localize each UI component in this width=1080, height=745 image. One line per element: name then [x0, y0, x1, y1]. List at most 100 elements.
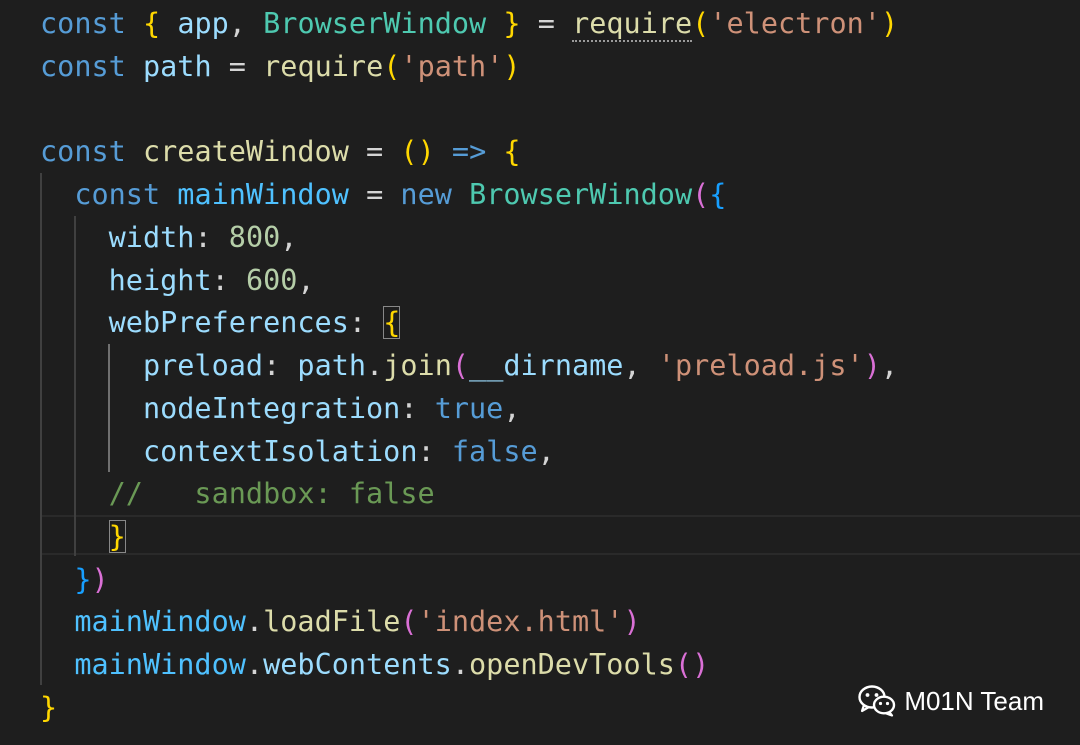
token: false: [451, 435, 538, 468]
token: loadFile: [263, 605, 401, 638]
code-line-9: preload: path.join(__dirname, 'preload.j…: [40, 344, 898, 387]
token: ,: [880, 349, 899, 382]
token: ): [503, 50, 521, 83]
token: const: [40, 7, 126, 40]
code-line-10: nodeIntegration: true,: [40, 387, 521, 430]
token: ): [417, 135, 435, 168]
token: openDevTools: [469, 648, 675, 681]
code-line-16: mainWindow.webContents.openDevTools(): [40, 643, 709, 686]
code-line-4: const createWindow = () => {: [40, 130, 521, 173]
token: ): [863, 349, 881, 382]
token: (: [692, 178, 710, 211]
token: webContents: [263, 648, 452, 681]
token: :: [263, 349, 281, 382]
code-line-11: contextIsolation: false,: [40, 430, 555, 473]
token: :: [400, 392, 418, 425]
token: :: [194, 221, 212, 254]
current-line-highlight: [40, 515, 1080, 555]
token: height: [108, 264, 212, 297]
token: preload: [142, 349, 264, 382]
matched-bracket: {: [383, 306, 401, 339]
token: (: [400, 135, 418, 168]
token: 'path': [400, 50, 504, 83]
code-line-6: width: 800,: [40, 216, 298, 259]
token: mainWindow: [74, 648, 246, 681]
code-line-15: mainWindow.loadFile('index.html'): [40, 600, 641, 643]
token: require: [263, 50, 384, 83]
code-line-8: webPreferences: {: [40, 301, 401, 344]
token: =: [366, 178, 384, 211]
token: createWindow: [142, 135, 349, 168]
token: app: [177, 7, 229, 40]
token: }: [40, 691, 58, 724]
code-line-2: const path = require('path'): [40, 45, 521, 88]
watermark: M01N Team: [858, 681, 1044, 721]
comment: // sandbox: false: [108, 477, 435, 510]
token: .: [245, 605, 264, 638]
code-line-12: // sandbox: false: [40, 472, 435, 515]
token: {: [142, 7, 161, 40]
token: ): [880, 7, 899, 40]
token: :: [211, 264, 229, 297]
token: new: [400, 178, 452, 211]
token: ): [623, 605, 641, 638]
code-line-13: }: [40, 515, 126, 558]
token: =: [366, 135, 384, 168]
token: const: [40, 135, 126, 168]
token: ,: [537, 435, 555, 468]
code-line-1: const { app, BrowserWindow } = require('…: [40, 2, 898, 45]
token: 600: [245, 264, 298, 297]
token: webPreferences: [108, 306, 349, 339]
token: ): [692, 648, 710, 681]
token: =: [537, 7, 555, 40]
token: :: [417, 435, 435, 468]
token: (: [400, 605, 418, 638]
token: .: [245, 648, 264, 681]
token: :: [348, 306, 367, 339]
token: (: [383, 50, 401, 83]
token: =: [228, 50, 246, 83]
token: true: [434, 392, 504, 425]
token: __dirname: [469, 349, 624, 382]
token: =>: [451, 135, 487, 168]
token: BrowserWindow: [469, 178, 693, 211]
token: path: [142, 50, 212, 83]
token: ,: [297, 264, 315, 297]
token: .: [451, 648, 470, 681]
token: (: [692, 7, 710, 40]
watermark-text: M01N Team: [904, 685, 1044, 716]
token: ,: [228, 7, 246, 40]
token: const: [40, 50, 126, 83]
token: BrowserWindow: [263, 7, 487, 40]
code-line-17: }: [40, 686, 57, 729]
token: path: [297, 349, 367, 382]
token: 'index.html': [417, 605, 624, 638]
token: join: [383, 349, 452, 382]
token: .: [366, 349, 384, 382]
token: (: [674, 648, 693, 681]
token: (: [451, 349, 470, 382]
token: require: [572, 7, 693, 42]
token: 'preload.js': [657, 349, 864, 382]
token: ,: [503, 392, 521, 425]
token: ): [91, 563, 109, 596]
token: 'electron': [709, 7, 881, 40]
token: {: [709, 178, 727, 211]
wechat-icon: [858, 685, 896, 717]
matched-bracket: }: [108, 520, 126, 553]
token: width: [108, 221, 195, 254]
token: ,: [280, 221, 298, 254]
token: mainWindow: [177, 178, 349, 211]
token: nodeIntegration: [142, 392, 401, 425]
code-line-7: height: 600,: [40, 259, 315, 302]
token: ,: [623, 349, 641, 382]
token: }: [503, 7, 521, 40]
token: 800: [228, 221, 281, 254]
token: contextIsolation: [142, 435, 418, 468]
code-line-5: const mainWindow = new BrowserWindow({: [40, 173, 726, 216]
code-line-14: }): [40, 558, 109, 601]
token: }: [74, 563, 92, 596]
token: const: [74, 178, 161, 211]
code-editor[interactable]: const { app, BrowserWindow } = require('…: [0, 0, 1080, 745]
token: mainWindow: [74, 605, 246, 638]
